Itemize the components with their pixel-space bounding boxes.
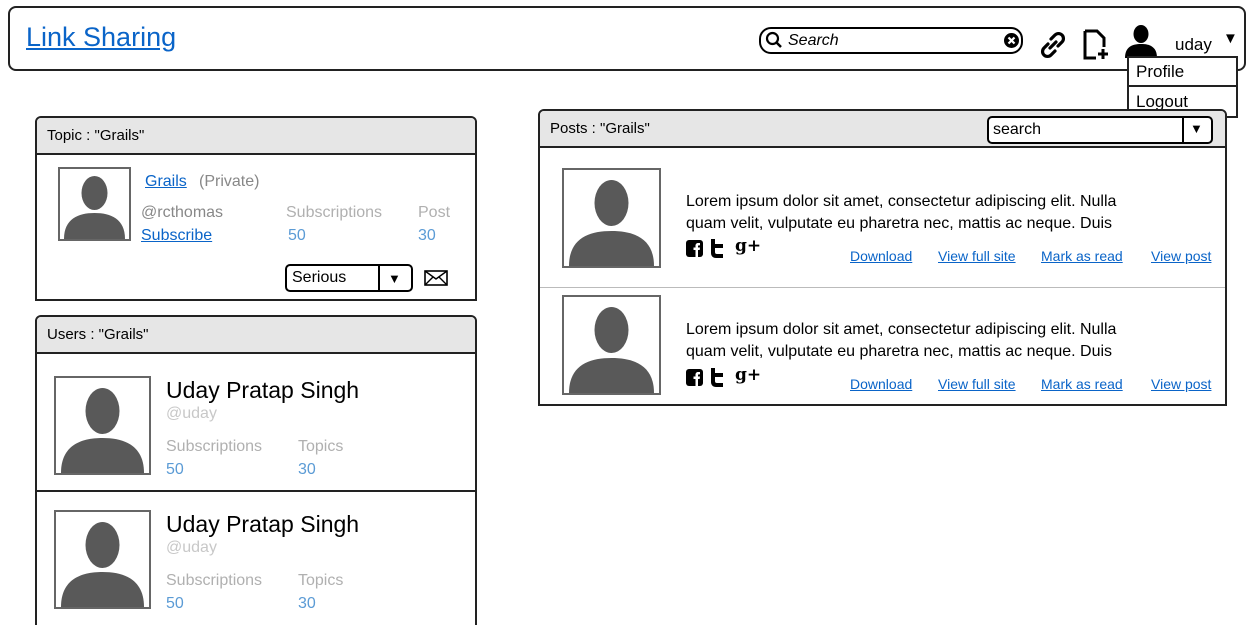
topic-avatar	[58, 167, 131, 241]
download-link[interactable]: Download	[850, 376, 912, 392]
user-topics-count[interactable]: 30	[298, 595, 316, 613]
post-divider	[540, 287, 1225, 288]
facebook-icon[interactable]	[686, 369, 703, 391]
dropdown-caret-icon[interactable]: ▼	[1223, 30, 1238, 47]
post-author-avatar	[562, 295, 661, 395]
username-label[interactable]: uday	[1175, 35, 1212, 55]
search-icon	[765, 31, 783, 54]
view-post-link[interactable]: View post	[1151, 376, 1223, 392]
user-name[interactable]: Uday Pratap Singh	[166, 377, 359, 404]
post-text-line: Lorem ipsum dolor sit amet, consectetur …	[686, 321, 1117, 338]
user-topics-label: Topics	[298, 572, 344, 589]
seriousness-value: Serious	[292, 269, 347, 286]
user-topics-label: Topics	[298, 438, 344, 455]
post-text-line: quam velit, vulputate eu pharetra nec, m…	[686, 215, 1113, 232]
user-handle: @uday	[166, 405, 217, 422]
new-document-icon[interactable]	[1082, 29, 1112, 66]
topic-visibility: (Private)	[199, 173, 260, 190]
subscriptions-label: Subscriptions	[286, 204, 383, 221]
subscribe-link[interactable]: Subscribe	[141, 227, 212, 245]
user-subscriptions-count[interactable]: 50	[166, 461, 184, 479]
topic-owner: @rcthomas	[141, 204, 224, 221]
app-title-link[interactable]: Link Sharing	[26, 22, 176, 53]
user-divider	[37, 490, 475, 492]
posts-search-input[interactable]	[993, 120, 1173, 140]
google-plus-icon[interactable]: g+	[735, 365, 761, 385]
user-avatar	[54, 376, 151, 475]
user-subscriptions-count[interactable]: 50	[166, 595, 184, 613]
dropdown-caret-icon[interactable]: ▼	[388, 271, 401, 286]
mark-as-read-link[interactable]: Mark as read	[1041, 248, 1123, 264]
link-icon[interactable]	[1038, 30, 1068, 65]
download-link[interactable]: Download	[850, 248, 912, 264]
post-count: 30	[418, 227, 436, 244]
menu-item-profile[interactable]: Profile	[1129, 58, 1236, 87]
mark-as-read-link[interactable]: Mark as read	[1041, 376, 1123, 392]
view-full-site-link[interactable]: View full site	[938, 248, 1016, 264]
users-panel-heading: Users : "Grails"	[37, 317, 475, 354]
mail-icon[interactable]	[424, 270, 448, 291]
facebook-icon[interactable]	[686, 240, 703, 262]
user-topics-count[interactable]: 30	[298, 461, 316, 479]
subscriptions-count: 50	[288, 227, 306, 244]
user-subscriptions-label: Subscriptions	[166, 572, 263, 589]
header-search-input[interactable]	[788, 31, 998, 51]
user-handle: @uday	[166, 539, 217, 556]
user-subscriptions-label: Subscriptions	[166, 438, 263, 455]
twitter-icon[interactable]	[710, 239, 725, 263]
post-text-line: Lorem ipsum dolor sit amet, consectetur …	[686, 193, 1117, 210]
view-post-link[interactable]: View post	[1151, 248, 1223, 264]
topic-panel-heading: Topic : "Grails"	[37, 118, 475, 155]
user-avatar	[54, 510, 151, 609]
google-plus-icon[interactable]: g+	[735, 236, 761, 256]
post-author-avatar	[562, 168, 661, 268]
topic-name-link[interactable]: Grails	[145, 173, 187, 191]
dropdown-caret-icon[interactable]: ▼	[1190, 121, 1203, 136]
select-divider	[1182, 118, 1184, 142]
view-full-site-link[interactable]: View full site	[938, 376, 1016, 392]
post-text-line: quam velit, vulputate eu pharetra nec, m…	[686, 343, 1113, 360]
user-name[interactable]: Uday Pratap Singh	[166, 511, 359, 538]
twitter-icon[interactable]	[710, 368, 725, 392]
post-label: Post	[418, 204, 451, 221]
select-divider	[378, 266, 380, 290]
clear-icon[interactable]	[1003, 32, 1020, 54]
